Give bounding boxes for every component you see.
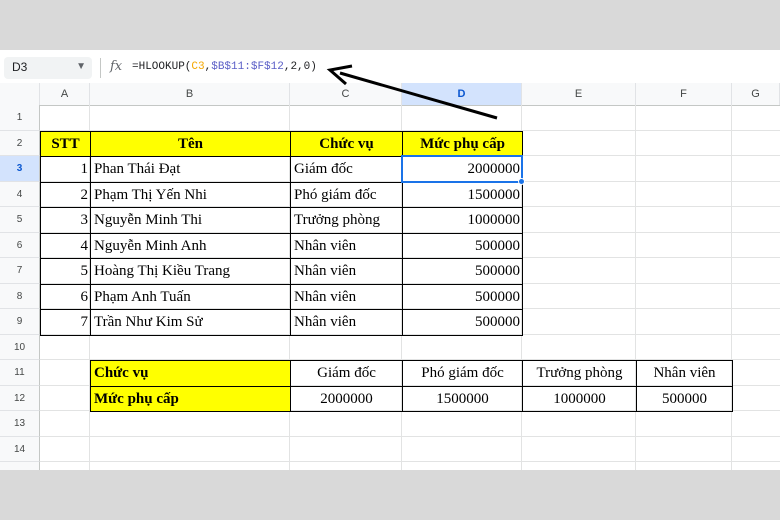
formula-prefix: =HLOOKUP( [132, 61, 192, 73]
row-header-10[interactable]: 10 [0, 334, 40, 360]
cell-name[interactable]: Trần Như Kim Sử [90, 309, 291, 336]
row-header-12[interactable]: 12 [0, 385, 40, 411]
row-header-5[interactable]: 5 [0, 207, 40, 233]
cell-name[interactable]: Phan Thái Đạt [90, 156, 291, 183]
fx-icon: fx [110, 59, 123, 74]
lookup-allowance[interactable]: 1000000 [522, 385, 637, 412]
cell-stt[interactable]: 6 [40, 283, 91, 310]
column-header-c[interactable]: C [290, 83, 402, 105]
main-table-header-3[interactable]: Chức vụ [290, 130, 403, 157]
row-header-4[interactable]: 4 [0, 181, 40, 207]
cell-position[interactable]: Trưởng phòng [290, 207, 403, 234]
row-header-13[interactable]: 13 [0, 411, 40, 437]
lookup-position[interactable]: Giám đốc [290, 360, 403, 387]
cell-stt[interactable]: 2 [40, 181, 91, 208]
lookup-allowance[interactable]: 1500000 [402, 385, 523, 412]
row-header-6[interactable]: 6 [0, 232, 40, 258]
column-header-g[interactable]: G [732, 83, 780, 105]
row-header-8[interactable]: 8 [0, 283, 40, 309]
lookup-label-position[interactable]: Chức vụ [90, 360, 291, 387]
cell-name[interactable]: Nguyễn Minh Thi [90, 207, 291, 234]
cell-position[interactable]: Giám đốc [290, 156, 403, 183]
lookup-label-allowance[interactable]: Mức phụ cấp [90, 385, 291, 412]
grid-line-horizontal [40, 435, 780, 437]
cell-position[interactable]: Phó giám đốc [290, 181, 403, 208]
cell-position[interactable]: Nhân viên [290, 283, 403, 310]
cell-stt[interactable]: 5 [40, 258, 91, 285]
grid-line-horizontal [40, 461, 780, 462]
lookup-allowance[interactable]: 500000 [636, 385, 733, 412]
cell-allowance[interactable]: 500000 [402, 309, 523, 336]
cell-allowance[interactable]: 1500000 [402, 181, 523, 208]
formula-bar: D3 ▼ fx =HLOOKUP(C3,$B$11:$F$12,2,0) [0, 50, 780, 87]
cell-position[interactable]: Nhân viên [290, 232, 403, 259]
cell-name[interactable]: Nguyễn Minh Anh [90, 232, 291, 259]
lookup-position[interactable]: Phó giám đốc [402, 360, 523, 387]
column-header-e[interactable]: E [522, 83, 636, 105]
cell-name[interactable]: Hoàng Thị Kiều Trang [90, 258, 291, 285]
row-header-11[interactable]: 11 [0, 360, 40, 386]
name-box-value: D3 [12, 60, 28, 74]
lookup-allowance[interactable]: 2000000 [290, 385, 403, 412]
row-header-2[interactable]: 2 [0, 130, 40, 156]
formula-ref-c3: C3 [191, 61, 205, 73]
grid-line-vertical [635, 105, 636, 470]
formula-rest: ,2,0) [283, 61, 317, 73]
cell-stt[interactable]: 4 [40, 232, 91, 259]
row-header-7[interactable]: 7 [0, 258, 40, 284]
cell-name[interactable]: Phạm Anh Tuấn [90, 283, 291, 310]
row-header-1[interactable]: 1 [0, 105, 40, 131]
row-header-9[interactable]: 9 [0, 309, 40, 335]
cell-position[interactable]: Nhân viên [290, 258, 403, 285]
formula-ref-range: $B$11:$F$12 [211, 61, 284, 73]
cell-stt[interactable]: 3 [40, 207, 91, 234]
main-table-header-1[interactable]: STT [40, 130, 91, 157]
column-header-d[interactable]: D [402, 83, 522, 105]
row-header-15[interactable]: 15 [0, 462, 40, 470]
column-header-a[interactable]: A [40, 83, 90, 105]
column-header-f[interactable]: F [636, 83, 732, 105]
main-table-header-2[interactable]: Tên [90, 130, 291, 157]
divider [100, 58, 101, 78]
main-table-header-4[interactable]: Mức phụ cấp [402, 130, 523, 157]
row-header-14[interactable]: 14 [0, 436, 40, 462]
column-header-bar: ABCDEFG [0, 83, 780, 106]
cell-allowance[interactable]: 500000 [402, 283, 523, 310]
cell-position[interactable]: Nhân viên [290, 309, 403, 336]
name-box[interactable]: D3 ▼ [4, 57, 92, 79]
cell-allowance[interactable]: 500000 [402, 232, 523, 259]
selected-cell-outline[interactable] [401, 155, 523, 183]
cell-name[interactable]: Phạm Thị Yến Nhi [90, 181, 291, 208]
cell-allowance[interactable]: 1000000 [402, 207, 523, 234]
chevron-down-icon[interactable]: ▼ [76, 61, 86, 72]
lookup-position[interactable]: Trưởng phòng [522, 360, 637, 387]
row-header-3[interactable]: 3 [0, 156, 40, 182]
cell-stt[interactable]: 7 [40, 309, 91, 336]
column-header-b[interactable]: B [90, 83, 290, 105]
cell-stt[interactable]: 1 [40, 156, 91, 183]
cell-allowance[interactable]: 500000 [402, 258, 523, 285]
lookup-position[interactable]: Nhân viên [636, 360, 733, 387]
grid-line-vertical [731, 105, 732, 470]
fill-handle[interactable] [518, 177, 525, 185]
spreadsheet: D3 ▼ fx =HLOOKUP(C3,$B$11:$F$12,2,0) ABC… [0, 50, 780, 470]
formula-input[interactable]: =HLOOKUP(C3,$B$11:$F$12,2,0) [132, 61, 317, 73]
select-all-corner[interactable] [0, 83, 40, 105]
